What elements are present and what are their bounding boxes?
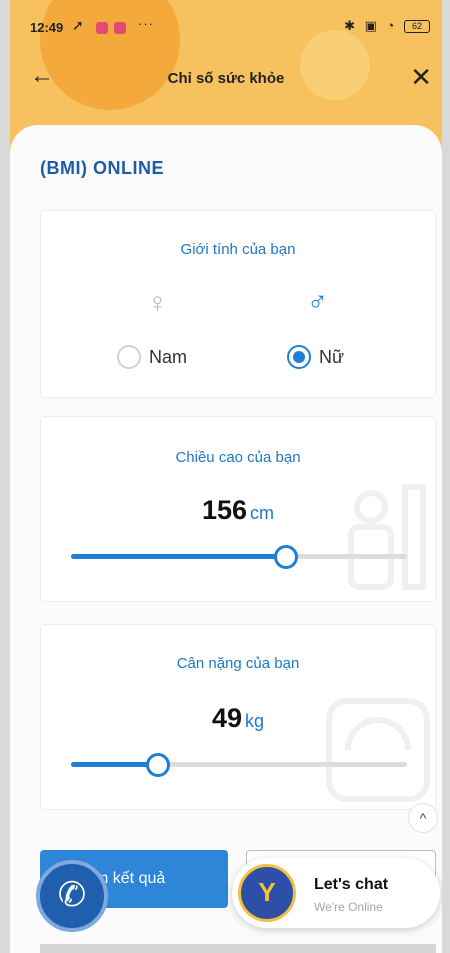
scroll-to-top-button[interactable]: ^ (408, 803, 438, 833)
gender-option-female[interactable]: Nữ (287, 345, 344, 369)
gender-option-label: Nữ (319, 346, 345, 367)
close-icon[interactable]: ✕ (410, 62, 432, 93)
weight-unit: kg (245, 711, 265, 731)
height-value: 156 cm (41, 495, 435, 526)
phone-call-button[interactable]: ✆ (36, 860, 108, 932)
height-label: Chiều cao của bạn (175, 449, 301, 466)
gender-card: Giới tính của bạn ♀ ♂ Nam Nữ (40, 210, 436, 398)
app-screen: 12:49 ➚ ··· ✱ ▣ ◔ 62 ← Chỉ số sức khỏe ✕… (10, 0, 442, 953)
phone-icon: ✆ (57, 876, 87, 914)
radio-unselected-icon[interactable] (117, 345, 141, 369)
status-bar: 12:49 ➚ ··· ✱ ▣ ◔ 62 (10, 10, 442, 46)
height-slider[interactable] (71, 545, 407, 569)
slider-thumb[interactable] (274, 545, 299, 569)
height-number: 156 (201, 495, 248, 525)
chat-title: Let's chat (314, 876, 389, 893)
gender-option-label: Nam (149, 346, 188, 367)
gender-label: Giới tính của bạn (180, 241, 296, 258)
wifi-icon: ◔ (386, 18, 398, 33)
weight-label: Cân nặng của bạn (176, 655, 300, 672)
height-unit: cm (250, 503, 275, 523)
bluetooth-icon: ✱ (344, 18, 358, 33)
gender-option-male[interactable]: Nam (117, 345, 187, 369)
chat-widget[interactable]: Y Let's chat We're Online (232, 858, 440, 928)
notification-icon (96, 22, 108, 34)
vibrate-icon: ▣ (364, 18, 380, 33)
male-symbol-icon: ♂ (307, 285, 328, 316)
system-icons: ✱ ▣ ◔ 62 (344, 18, 430, 34)
status-time: 12:49 (30, 20, 64, 35)
slider-fill (71, 554, 287, 559)
weight-value: 49 kg (41, 703, 435, 734)
top-bar: ← Chỉ số sức khỏe ✕ (10, 58, 442, 98)
female-symbol-icon: ♀ (147, 287, 168, 318)
bottom-bar (40, 944, 436, 953)
height-card: Chiều cao của bạn 156 cm (40, 416, 436, 602)
section-title: (BMI) ONLINE (40, 158, 164, 178)
notification-icon (114, 22, 126, 34)
weight-number: 49 (211, 703, 243, 733)
battery-icon: 62 (404, 20, 430, 34)
weight-slider[interactable] (71, 753, 407, 777)
more-notifications-icon: ··· (138, 16, 154, 31)
slider-fill (71, 762, 159, 767)
slider-thumb[interactable] (146, 753, 171, 777)
radio-selected-icon[interactable] (287, 345, 311, 369)
chat-subtitle: We're Online (314, 900, 383, 914)
navigation-arrow-icon: ➚ (72, 17, 84, 33)
chat-logo-icon: Y (238, 864, 296, 922)
page-title: Chỉ số sức khỏe (167, 70, 285, 87)
weight-card: Cân nặng của bạn 49 kg (40, 624, 436, 810)
